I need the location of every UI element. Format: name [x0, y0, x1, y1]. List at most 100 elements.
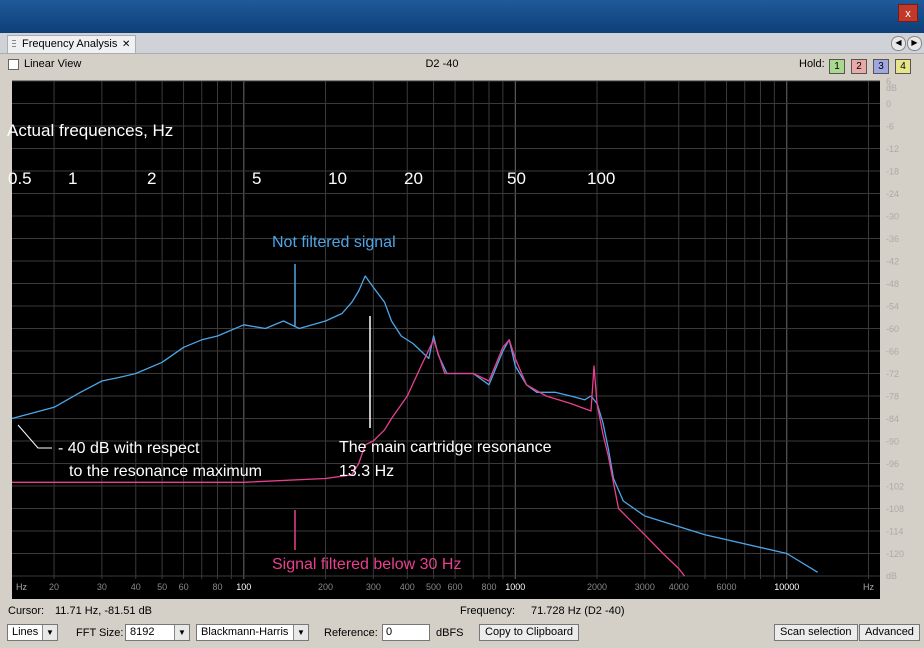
- y-tick-label: -78: [886, 392, 899, 402]
- not-filtered-label: Not filtered signal: [272, 234, 396, 251]
- y-tick-label: -36: [886, 234, 899, 244]
- scan-selection-button[interactable]: Scan selection: [774, 624, 858, 641]
- x-axis-unit-label: Hz: [863, 582, 874, 592]
- chevron-down-icon: ▼: [174, 625, 189, 640]
- frequency-label: Frequency:: [460, 605, 516, 617]
- actual-freq-label: 5: [252, 169, 261, 188]
- y-tick-label: -90: [886, 437, 899, 447]
- x-axis-unit-label: Hz: [16, 582, 27, 592]
- x-tick-label: 100: [236, 582, 251, 592]
- x-tick-label: 200: [318, 582, 333, 592]
- hold-button-4[interactable]: 4: [895, 59, 911, 74]
- bottom-controls: Lines ▼ FFT Size: 8192 ▼ Blackmann-Harri…: [0, 622, 924, 648]
- x-tick-label: 400: [400, 582, 415, 592]
- y-tick-label: -84: [886, 414, 899, 424]
- y-tick-label: -60: [886, 324, 899, 334]
- y-tick-label: -18: [886, 167, 899, 177]
- cursor-value: 11.71 Hz, -81.51 dB: [55, 605, 153, 617]
- fft-size-label: FFT Size:: [76, 627, 124, 639]
- copy-to-clipboard-button[interactable]: Copy to Clipboard: [479, 624, 580, 641]
- actual-freq-label: 0.5: [8, 169, 32, 188]
- y-tick-label: -24: [886, 189, 899, 199]
- hold-button-2[interactable]: 2: [851, 59, 867, 74]
- x-tick-label: 3000: [635, 582, 655, 592]
- x-tick-label: 600: [448, 582, 463, 592]
- x-tick-label: 800: [481, 582, 496, 592]
- x-tick-label: 6000: [717, 582, 737, 592]
- x-tick-label: 10000: [774, 582, 799, 592]
- reference-label: Reference:: [324, 627, 378, 639]
- analysis-toolbar: Linear View D2 -40 Hold: 1 2 3 4: [0, 54, 924, 76]
- hold-label: Hold:: [799, 58, 825, 70]
- frequency-value: 71.728 Hz (D2 -40): [531, 605, 625, 617]
- hold-group: Hold: 1 2 3 4: [799, 58, 911, 74]
- window-function-value: Blackmann-Harris: [201, 626, 289, 638]
- x-tick-label: 40: [131, 582, 141, 592]
- y-tick-label: -54: [886, 302, 899, 312]
- chevron-down-icon: ▼: [293, 625, 308, 640]
- x-axis-band: [12, 579, 880, 597]
- y-tick-label: -42: [886, 257, 899, 267]
- status-bar: Cursor: 11.71 Hz, -81.51 dB Frequency: 7…: [0, 602, 924, 622]
- actual-freq-title: Actual frequences, Hz: [7, 121, 173, 140]
- dbfs-label: dBFS: [436, 627, 464, 639]
- y-axis-unit-label: dB: [886, 571, 897, 581]
- tab-frequency-analysis[interactable]: Frequency Analysis ✕: [7, 35, 137, 53]
- y-axis-ticks: dBdB60-6-12-18-24-30-36-42-48-54-60-66-7…: [886, 77, 904, 582]
- x-tick-label: 80: [212, 582, 222, 592]
- fft-size-value: 8192: [130, 626, 155, 638]
- current-series-label: D2 -40: [425, 58, 459, 70]
- y-tick-label: -66: [886, 347, 899, 357]
- actual-freq-label: 1: [68, 169, 77, 188]
- x-tick-label: 300: [366, 582, 381, 592]
- y-tick-label: -108: [886, 504, 904, 514]
- frequency-plot[interactable]: Hz Hz20 30 40 50 60 80 100 200 300 400 500 600 800 100…: [0, 76, 924, 602]
- x-tick-label: 20: [49, 582, 59, 592]
- y-tick-label: 0: [886, 99, 891, 109]
- display-mode-value: Lines: [12, 626, 39, 638]
- actual-freq-label: 2: [147, 169, 156, 188]
- actual-freq-label: 100: [587, 169, 615, 188]
- x-tick-label: 50: [157, 582, 167, 592]
- advanced-button[interactable]: Advanced: [859, 624, 920, 641]
- plot-background: [12, 81, 880, 599]
- close-button[interactable]: x: [898, 4, 918, 22]
- x-axis-ticks: Hz Hz 20 30 40 50 60 80 100 200 300 400 500 600 800 100…: [12, 579, 880, 597]
- y-tick-label: 6: [886, 77, 891, 87]
- x-tick-label: 500: [426, 582, 441, 592]
- window-function-select[interactable]: Blackmann-Harris ▼: [196, 624, 309, 641]
- y-tick-label: -96: [886, 459, 899, 469]
- cursor-label: Cursor:: [8, 605, 45, 617]
- plot-frame: Hz Hz 20 30 40 50 60 80 100 200 300 400 500 600 800 100…: [0, 76, 924, 602]
- tab-strip: Frequency Analysis ✕ ◀ ▶: [0, 33, 924, 54]
- chevron-down-icon: ▼: [42, 625, 57, 640]
- x-tick-label: 60: [179, 582, 189, 592]
- y-tick-label: -12: [886, 144, 899, 154]
- x-tick-label: 1000: [505, 582, 525, 592]
- minus40-label-line1: - 40 dB with respect: [58, 440, 200, 457]
- y-tick-label: -72: [886, 369, 899, 379]
- display-mode-select[interactable]: Lines ▼: [7, 624, 58, 641]
- resonance-label-line2: 13.3 Hz: [339, 463, 394, 480]
- actual-freq-label: 20: [404, 169, 423, 188]
- x-tick-label: 2000: [587, 582, 607, 592]
- actual-freq-label: 50: [507, 169, 526, 188]
- reference-input[interactable]: 0: [382, 624, 430, 641]
- x-tick-label: 30: [97, 582, 107, 592]
- minus40-label-line2: to the resonance maximum: [69, 463, 262, 480]
- hold-button-3[interactable]: 3: [873, 59, 889, 74]
- y-tick-label: -114: [886, 527, 903, 537]
- tab-label: Frequency Analysis: [22, 38, 118, 50]
- hold-button-1[interactable]: 1: [829, 59, 845, 74]
- fft-size-select[interactable]: 8192 ▼: [125, 624, 190, 641]
- tab-close-icon[interactable]: ✕: [122, 36, 130, 53]
- grip-icon: [12, 40, 16, 49]
- tab-nav-left-icon[interactable]: ◀: [891, 36, 906, 51]
- tab-nav-right-icon[interactable]: ▶: [907, 36, 922, 51]
- actual-freq-label: 10: [328, 169, 347, 188]
- y-tick-label: -120: [886, 549, 904, 559]
- y-tick-label: -48: [886, 279, 899, 289]
- resonance-label-line1: The main cartridge resonance: [339, 439, 552, 456]
- tab-nav: ◀ ▶: [890, 36, 922, 51]
- y-tick-label: -30: [886, 212, 899, 222]
